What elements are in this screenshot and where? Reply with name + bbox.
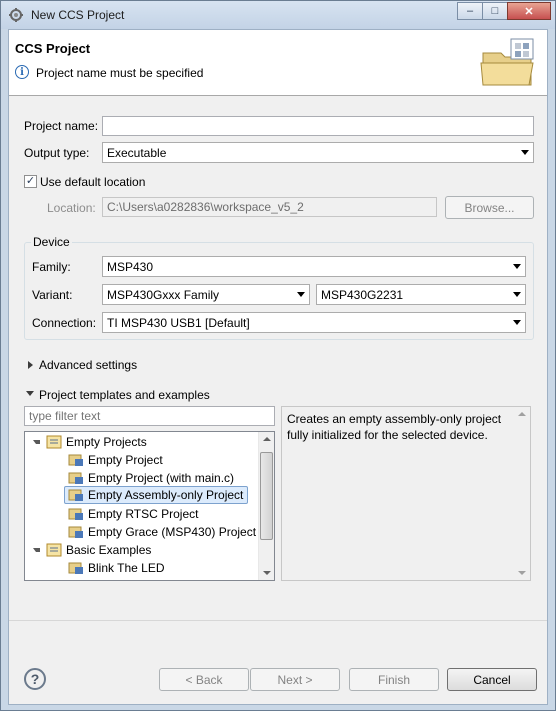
- tree-item-empty-project[interactable]: Empty Project: [68, 451, 163, 469]
- tree-folder-empty-projects[interactable]: Empty Projects: [33, 433, 147, 451]
- maximize-icon: □: [491, 5, 499, 17]
- tree-item-label: Empty Project: [88, 453, 163, 467]
- templates-toggle[interactable]: Project templates and examples: [39, 388, 210, 402]
- page-title: CCS Project: [15, 41, 91, 56]
- collapse-arrow-icon[interactable]: [33, 440, 40, 444]
- default-location-checkbox[interactable]: ✓: [24, 175, 37, 188]
- chevron-down-icon: [513, 292, 521, 297]
- location-input: C:\Users\a0282836\workspace_v5_2: [102, 197, 437, 217]
- advanced-settings-expand-icon[interactable]: [28, 361, 33, 369]
- variant-filter-select[interactable]: MSP430Gxxx Family: [102, 284, 310, 305]
- description-scrollbar[interactable]: [514, 407, 530, 580]
- chevron-down-icon: [297, 292, 305, 297]
- tree-scrollbar[interactable]: [258, 432, 274, 580]
- scroll-down-icon[interactable]: [263, 571, 271, 575]
- close-button[interactable]: ✕: [507, 2, 551, 20]
- template-folder-icon: [46, 435, 62, 449]
- templates-collapse-icon[interactable]: [26, 391, 34, 396]
- ccs-app-icon: [9, 8, 23, 22]
- help-icon[interactable]: ?: [24, 668, 46, 690]
- chevron-down-icon: [513, 320, 521, 325]
- tree-folder-basic-examples[interactable]: Basic Examples: [33, 541, 151, 559]
- location-label: Location:: [47, 201, 96, 215]
- dialog-window: New CCS Project – □ ✕ CCS Project i Proj…: [0, 0, 556, 711]
- variant-select[interactable]: MSP430G2231: [316, 284, 526, 305]
- collapse-arrow-icon[interactable]: [33, 548, 40, 552]
- window-title: New CCS Project: [31, 8, 125, 22]
- project-name-label: Project name:: [24, 119, 99, 133]
- browse-button: Browse...: [445, 196, 534, 219]
- family-value: MSP430: [107, 260, 154, 274]
- close-icon: ✕: [524, 5, 534, 18]
- tree-item-empty-assembly-project[interactable]: Empty Assembly-only Project: [64, 486, 248, 504]
- window-controls: – □ ✕: [457, 2, 551, 20]
- tree-item-label: Empty Assembly-only Project: [88, 488, 244, 502]
- tree-item-label: Blink The LED: [88, 561, 165, 575]
- template-description: Creates an empty assembly-only project f…: [287, 412, 502, 442]
- minimize-icon: –: [466, 5, 474, 17]
- scroll-up-icon[interactable]: [518, 412, 526, 416]
- tree-item-label: Empty Project (with main.c): [88, 471, 235, 485]
- tree-item-label: Basic Examples: [66, 543, 152, 557]
- wizard-header: CCS Project i Project name must be speci…: [9, 30, 547, 96]
- project-name-input[interactable]: [102, 116, 534, 136]
- tree-item-empty-grace-project[interactable]: Empty Grace (MSP430) Project: [68, 523, 256, 541]
- output-type-value: Executable: [107, 146, 167, 160]
- template-filter-input[interactable]: [24, 406, 275, 426]
- new-project-folder-icon: [480, 38, 534, 86]
- next-button[interactable]: Next >: [250, 668, 340, 691]
- maximize-button[interactable]: □: [482, 2, 508, 20]
- family-label: Family:: [32, 260, 71, 274]
- project-template-icon: [68, 562, 83, 574]
- chevron-down-icon: [521, 150, 529, 155]
- template-description-panel: Creates an empty assembly-only project f…: [281, 406, 531, 581]
- tree-item-label: Empty Grace (MSP430) Project: [88, 525, 257, 539]
- project-template-icon: [68, 489, 83, 501]
- tree-item-label: Empty Projects: [66, 435, 147, 449]
- connection-label: Connection:: [32, 316, 97, 330]
- device-group-title: Device: [31, 235, 72, 249]
- title-bar[interactable]: New CCS Project – □ ✕: [1, 1, 555, 29]
- tree-scroll-thumb[interactable]: [260, 452, 273, 540]
- scroll-down-icon[interactable]: [518, 571, 526, 575]
- finish-button[interactable]: Finish: [349, 668, 439, 691]
- scroll-up-icon[interactable]: [263, 437, 271, 441]
- tree-item-label: Empty RTSC Project: [88, 507, 199, 521]
- variant-filter-value: MSP430Gxxx Family: [107, 288, 220, 302]
- variant-value: MSP430G2231: [321, 288, 404, 302]
- minimize-button[interactable]: –: [457, 2, 483, 20]
- project-template-icon: [68, 472, 83, 484]
- tree-item-empty-project-main[interactable]: Empty Project (with main.c): [68, 469, 234, 487]
- project-template-icon: [68, 508, 83, 520]
- tree-item-blink-led[interactable]: Blink The LED: [68, 559, 164, 577]
- chevron-down-icon: [513, 264, 521, 269]
- header-message: Project name must be specified: [36, 66, 204, 80]
- templates-tree[interactable]: Empty Projects Empty Project Empty Proje…: [24, 431, 275, 581]
- connection-select[interactable]: TI MSP430 USB1 [Default]: [102, 312, 526, 333]
- info-icon: i: [15, 65, 29, 79]
- default-location-label: Use default location: [40, 175, 146, 189]
- output-type-select[interactable]: Executable: [102, 142, 534, 163]
- tree-item-empty-rtsc-project[interactable]: Empty RTSC Project: [68, 505, 198, 523]
- connection-value: TI MSP430 USB1 [Default]: [107, 316, 250, 330]
- project-template-icon: [68, 454, 83, 466]
- variant-label: Variant:: [32, 288, 73, 302]
- project-template-icon: [68, 526, 83, 538]
- cancel-button[interactable]: Cancel: [447, 668, 537, 691]
- template-folder-icon: [46, 543, 62, 557]
- family-select[interactable]: MSP430: [102, 256, 526, 277]
- dialog-client-area: CCS Project i Project name must be speci…: [8, 29, 548, 705]
- output-type-label: Output type:: [24, 146, 90, 160]
- footer-separator: [9, 620, 547, 621]
- back-button[interactable]: < Back: [159, 668, 249, 691]
- advanced-settings-toggle[interactable]: Advanced settings: [39, 358, 137, 372]
